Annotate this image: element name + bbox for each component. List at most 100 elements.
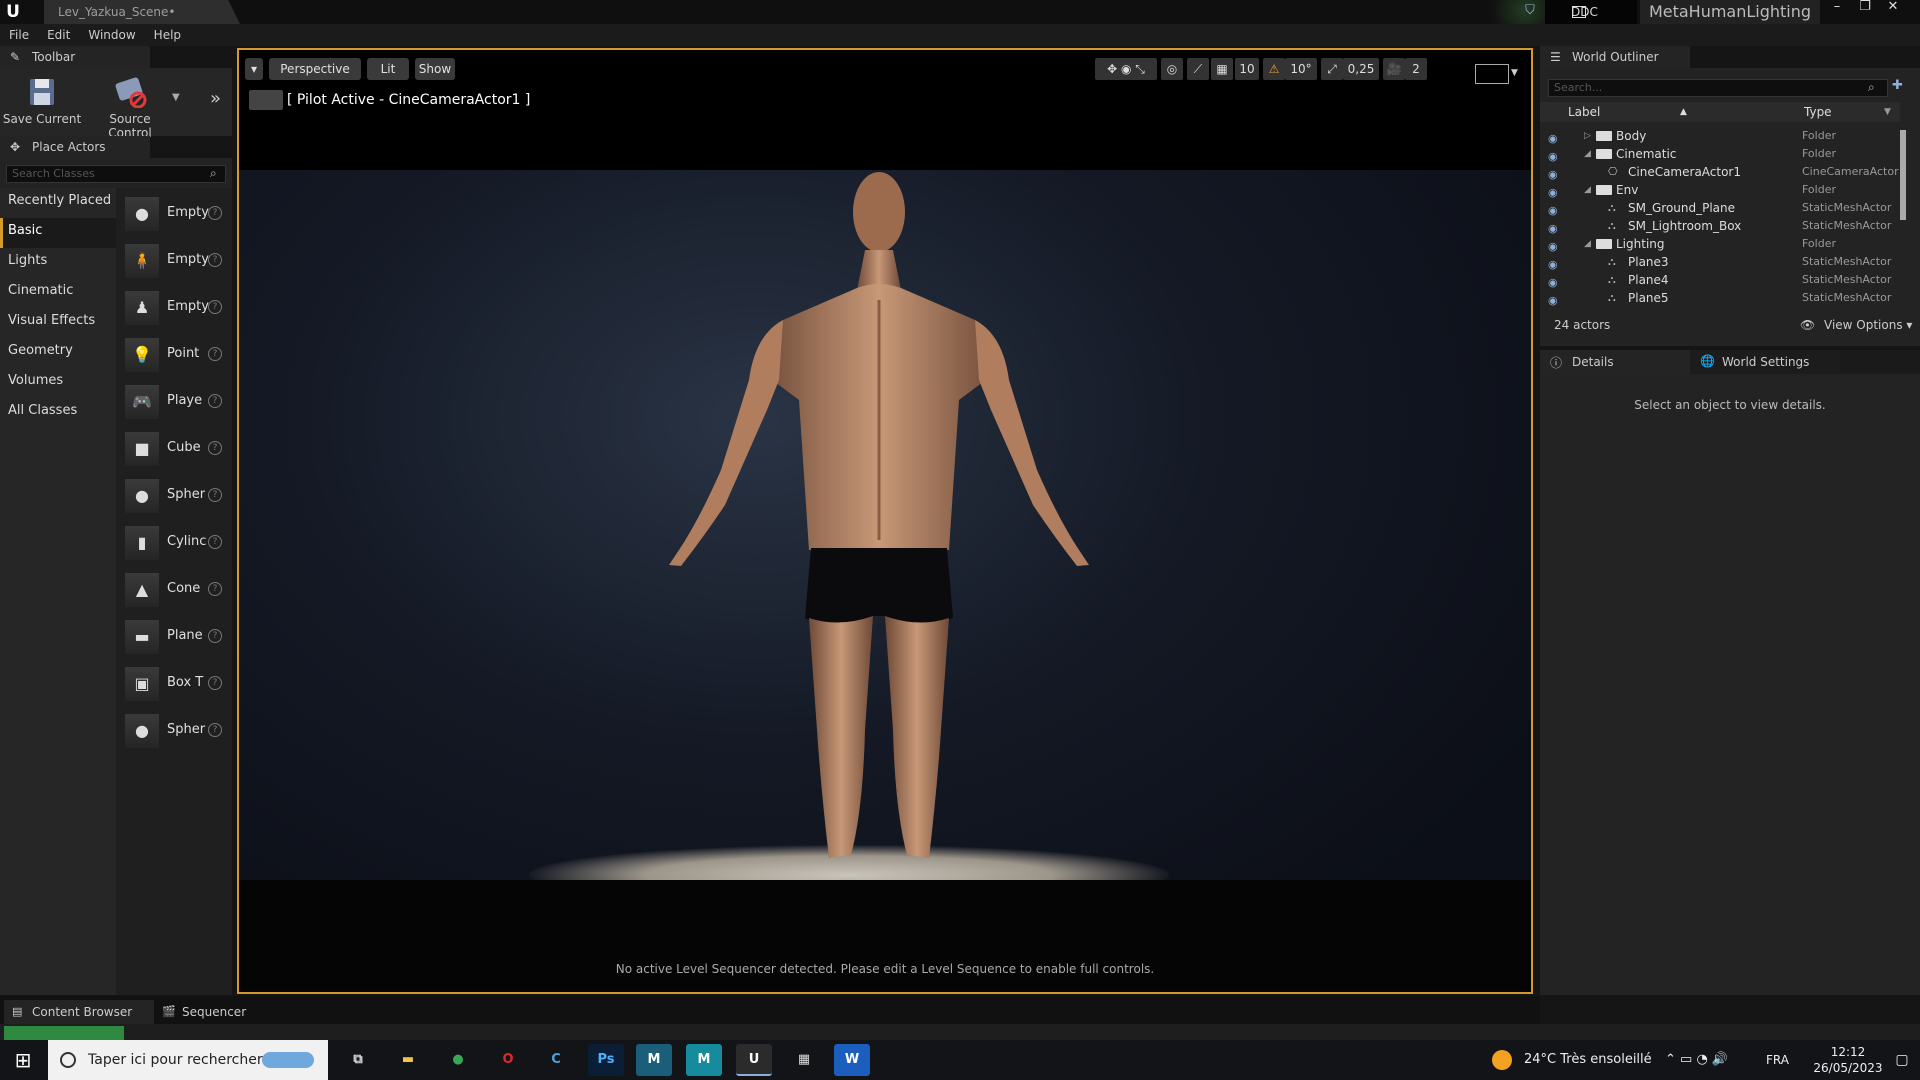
actor-item[interactable]: ▬ Plane? (122, 615, 232, 657)
outliner-scrollbar[interactable] (1900, 130, 1906, 220)
visibility-eye-icon[interactable]: ◉ (1548, 220, 1562, 235)
world-local-icon[interactable]: ◎ (1161, 58, 1183, 80)
outliner-search-icon[interactable]: ⌕ (1868, 80, 1882, 94)
opera-taskbar-icon[interactable]: O (490, 1044, 526, 1076)
source-control-status-icon[interactable]: ⛉ (1518, 3, 1542, 21)
actor-item[interactable]: ■ Cube? (122, 427, 232, 469)
save-current-button[interactable]: Save Current (2, 72, 82, 128)
lit-mode-button[interactable]: Lit (367, 58, 409, 80)
layout-icon[interactable] (1475, 64, 1509, 84)
visibility-eye-icon[interactable]: ◉ (1548, 238, 1562, 253)
help-icon[interactable]: ? (208, 300, 222, 314)
actor-item[interactable]: 💡 Point? (122, 333, 232, 375)
visibility-eye-icon[interactable]: ◉ (1548, 130, 1562, 145)
language-indicator[interactable]: FRA (1766, 1040, 1796, 1080)
actor-item[interactable]: ▣ Box T? (122, 662, 232, 704)
outliner-row[interactable]: ◉ ◢ Env Folder (1540, 181, 1900, 199)
visibility-eye-icon[interactable]: ◉ (1548, 274, 1562, 289)
source-control-dropdown-icon[interactable]: ▼ (172, 92, 184, 104)
outliner-row[interactable]: ◉ ▷ Body Folder (1540, 127, 1900, 145)
visibility-eye-icon[interactable]: ◉ (1548, 184, 1562, 199)
help-icon[interactable]: ? (208, 441, 222, 455)
word-taskbar-icon[interactable]: W (834, 1044, 870, 1076)
level-viewport[interactable]: ▾ Perspective Lit Show [ Pilot Active - … (237, 48, 1533, 994)
camera-speed-icon[interactable]: 🎥 (1383, 58, 1405, 80)
help-icon[interactable]: ? (208, 347, 222, 361)
menu-help[interactable]: Help (145, 28, 190, 42)
clock[interactable]: 12:12 26/05/2023 (1808, 1044, 1888, 1076)
search-classes-input[interactable]: Search Classes (6, 165, 226, 183)
outliner-row[interactable]: ◉ ⛬ SM_Lightroom_Box StaticMeshActor (1540, 217, 1900, 235)
camera-speed-value[interactable]: 2 (1405, 58, 1427, 80)
source-control-button[interactable]: Source Control (88, 72, 172, 140)
grid-snap-icon[interactable]: ▦ (1211, 58, 1233, 80)
add-import-button[interactable] (4, 1026, 124, 1040)
outliner-search-input[interactable]: Search... (1548, 79, 1888, 97)
actor-item[interactable]: ● Spher? (122, 474, 232, 516)
visibility-eye-icon[interactable]: ◉ (1548, 292, 1562, 307)
outliner-row[interactable]: ◉ ⎔ CineCameraActor1 CineCameraActor (1540, 163, 1900, 181)
expand-arrow-icon[interactable]: ◢ (1584, 235, 1591, 253)
outliner-row[interactable]: ◉ ◢ Lighting Folder (1540, 235, 1900, 253)
ddc-indicator[interactable]: DDC (1545, 0, 1637, 24)
scale-snap-icon[interactable]: ⤢ (1321, 58, 1343, 80)
calculator-taskbar-icon[interactable]: ▦ (786, 1044, 822, 1076)
category-geometry[interactable]: Geometry (0, 338, 116, 368)
col-type[interactable]: Type (1804, 102, 1832, 122)
type-dropdown-icon[interactable]: ▼ (1884, 102, 1891, 122)
eject-pilot-icon[interactable] (249, 90, 283, 110)
sequencer-tab[interactable]: Sequencer (154, 1000, 304, 1024)
system-tray[interactable]: ⌃ ▭ ◔ 🔊 (1665, 1040, 1765, 1080)
visibility-eye-icon[interactable]: ◉ (1548, 148, 1562, 163)
outliner-row[interactable]: ◉ ⛬ SM_Ground_Plane StaticMeshActor (1540, 199, 1900, 217)
category-visual-effects[interactable]: Visual Effects (0, 308, 116, 338)
actor-item[interactable]: ● Empty? (122, 192, 232, 234)
category-recently-placed[interactable]: Recently Placed (0, 188, 116, 218)
show-button[interactable]: Show (415, 58, 455, 80)
outliner-row[interactable]: ◉ ◢ Cinematic Folder (1540, 145, 1900, 163)
transform-tools[interactable]: ✥ ◉ ⤡ (1095, 58, 1157, 80)
category-lights[interactable]: Lights (0, 248, 116, 278)
visibility-eye-icon[interactable]: ◉ (1548, 256, 1562, 271)
expand-arrow-icon[interactable]: ◢ (1584, 145, 1591, 163)
pin-icon[interactable]: ✚ (1892, 78, 1908, 94)
surface-snap-icon[interactable]: ⟋ (1187, 58, 1209, 80)
unreal-taskbar-icon[interactable]: U (736, 1044, 772, 1076)
outliner-row[interactable]: ◉ ⛬ Plane5 StaticMeshActor (1540, 289, 1900, 307)
actor-item[interactable]: ▲ Cone? (122, 568, 232, 610)
help-icon[interactable]: ? (208, 488, 222, 502)
category-all-classes[interactable]: All Classes (0, 398, 116, 428)
col-label[interactable]: Label (1568, 102, 1600, 122)
help-icon[interactable]: ? (208, 582, 222, 596)
ccleaner-taskbar-icon[interactable]: C (538, 1044, 574, 1076)
minimize-button[interactable]: – (1824, 0, 1850, 18)
weather-widget[interactable]: 24°C Très ensoleillé (1490, 1040, 1660, 1080)
app-m2-taskbar-icon[interactable]: M (686, 1044, 722, 1076)
outliner-row[interactable]: ◉ ⛬ Plane4 StaticMeshActor (1540, 271, 1900, 289)
category-volumes[interactable]: Volumes (0, 368, 116, 398)
sort-asc-icon[interactable]: ▲ (1680, 102, 1687, 122)
close-button[interactable]: ✕ (1880, 0, 1906, 18)
menu-edit[interactable]: Edit (38, 28, 79, 42)
expand-arrow-icon[interactable]: ◢ (1584, 181, 1591, 199)
help-icon[interactable]: ? (208, 535, 222, 549)
actor-item[interactable]: 🎮 Playe? (122, 380, 232, 422)
help-icon[interactable]: ? (208, 394, 222, 408)
app-m1-taskbar-icon[interactable]: M (636, 1044, 672, 1076)
menu-window[interactable]: Window (79, 28, 144, 42)
grid-snap-value[interactable]: 10 (1235, 58, 1259, 80)
menu-file[interactable]: File (0, 28, 38, 42)
file-explorer-taskbar-icon[interactable]: ▬ (390, 1044, 426, 1076)
chrome-taskbar-icon[interactable]: ● (440, 1044, 476, 1076)
photoshop-taskbar-icon[interactable]: Ps (588, 1044, 624, 1076)
actor-item[interactable]: ♟ Empty? (122, 286, 232, 328)
task-view-taskbar-icon[interactable]: ⧉ (340, 1044, 376, 1076)
start-button[interactable]: ⊞ (0, 1040, 46, 1080)
visibility-eye-icon[interactable]: ◉ (1548, 202, 1562, 217)
collapse-arrow-icon[interactable]: ▷ (1584, 127, 1591, 145)
category-cinematic[interactable]: Cinematic (0, 278, 116, 308)
category-basic[interactable]: Basic (0, 218, 116, 248)
toolbar-expand-icon[interactable]: » (210, 88, 228, 109)
layout-dropdown-icon[interactable]: ▼ (1511, 68, 1521, 78)
actor-item[interactable]: ● Spher? (122, 709, 232, 751)
